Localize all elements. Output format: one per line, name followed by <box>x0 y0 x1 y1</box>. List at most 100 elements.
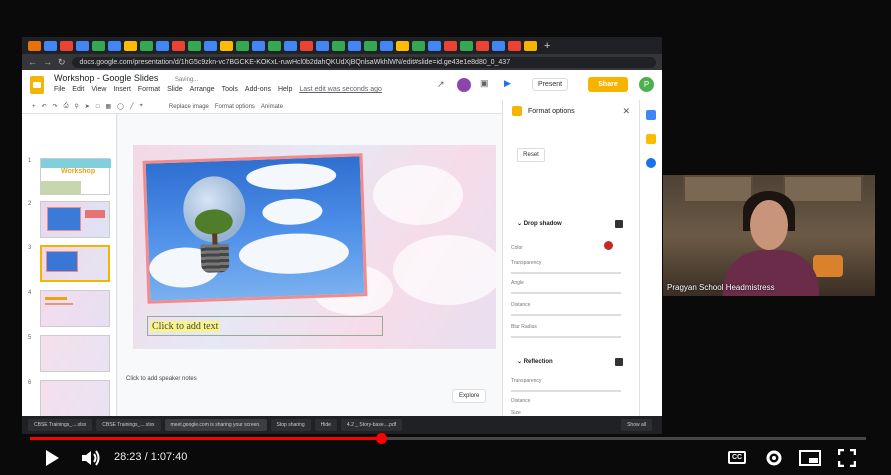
menu-insert[interactable]: Insert <box>113 86 131 93</box>
distance-slider[interactable] <box>511 314 621 316</box>
menu-help[interactable]: Help <box>278 86 292 93</box>
activity-icon[interactable]: ↗ <box>437 79 445 90</box>
menu-file[interactable]: File <box>54 86 65 93</box>
browser-tab[interactable] <box>396 40 409 51</box>
menu-tools[interactable]: Tools <box>222 86 238 93</box>
browser-tab[interactable] <box>348 40 361 51</box>
shadow-color-picker[interactable] <box>604 241 613 250</box>
calendar-icon[interactable] <box>646 110 656 120</box>
slide-thumbnail-6[interactable] <box>40 380 110 417</box>
browser-tab[interactable] <box>316 40 329 51</box>
browser-tab[interactable] <box>220 40 233 51</box>
comments-icon[interactable]: ▣ <box>480 78 489 89</box>
slide-thumbnail-5[interactable] <box>40 335 110 372</box>
replace-image-button[interactable]: Replace image <box>169 104 209 110</box>
browser-tab[interactable] <box>108 40 121 51</box>
speaker-notes[interactable]: Click to add speaker notes <box>126 376 197 382</box>
miniplayer-icon[interactable] <box>799 450 821 466</box>
video-player[interactable]: + ← → ↻ docs.google.com/presentation/d/1… <box>0 0 891 475</box>
browser-tab[interactable] <box>76 40 89 51</box>
scrubber-handle[interactable] <box>376 433 388 444</box>
browser-tab[interactable] <box>92 40 105 51</box>
image-icon[interactable]: ▦ <box>105 103 111 110</box>
slide-canvas[interactable]: Click to add text <box>133 145 496 349</box>
angle-slider[interactable] <box>511 292 621 294</box>
browser-tab[interactable] <box>28 40 41 51</box>
menu-addons[interactable]: Add-ons <box>245 86 271 93</box>
fullscreen-icon[interactable] <box>838 449 856 467</box>
reflection-transparency-slider[interactable] <box>511 390 621 392</box>
browser-tab[interactable] <box>300 40 313 51</box>
slide-thumbnail-3-selected[interactable] <box>40 245 110 282</box>
browser-tab-active[interactable] <box>524 40 537 51</box>
textbox-icon[interactable]: □ <box>96 104 100 110</box>
tasks-icon[interactable] <box>646 158 656 168</box>
close-icon[interactable]: ✕ <box>622 106 630 117</box>
browser-tab[interactable] <box>268 40 281 51</box>
new-tab-button[interactable]: + <box>544 40 550 52</box>
slide-thumbnail-2[interactable] <box>40 201 110 238</box>
browser-tab[interactable] <box>204 40 217 51</box>
browser-tab[interactable] <box>428 40 441 51</box>
reflection-checkbox[interactable] <box>615 358 623 366</box>
menu-edit[interactable]: Edit <box>72 86 84 93</box>
print-icon[interactable]: ⎙ <box>64 103 69 110</box>
forward-icon[interactable]: → <box>43 57 52 67</box>
volume-icon[interactable] <box>80 448 102 468</box>
line-icon[interactable]: ╱ <box>130 103 134 110</box>
shadow-transparency-slider[interactable] <box>511 272 621 274</box>
present-button[interactable]: Present <box>532 78 569 91</box>
keep-icon[interactable] <box>646 134 656 144</box>
avatar[interactable]: P <box>639 77 654 92</box>
browser-tab[interactable] <box>252 40 265 51</box>
browser-tab[interactable] <box>444 40 457 51</box>
format-options-button[interactable]: Format options <box>215 104 255 110</box>
browser-tab[interactable] <box>508 40 521 51</box>
browser-tab[interactable] <box>364 40 377 51</box>
menu-format[interactable]: Format <box>138 86 160 93</box>
reload-icon[interactable]: ↻ <box>58 57 66 68</box>
captions-button[interactable]: CC <box>728 451 746 464</box>
browser-tab[interactable] <box>172 40 185 51</box>
menu-slide[interactable]: Slide <box>167 86 183 93</box>
browser-tab[interactable] <box>492 40 505 51</box>
address-bar[interactable]: docs.google.com/presentation/d/1hG5c9zkn… <box>71 56 656 68</box>
explore-button[interactable]: Explore <box>452 389 487 403</box>
undo-icon[interactable]: ↶ <box>42 103 47 110</box>
drop-shadow-heading[interactable]: ⌄ Drop shadow <box>517 220 562 227</box>
browser-tab[interactable] <box>476 40 489 51</box>
play-icon[interactable] <box>44 449 60 467</box>
zoom-icon[interactable]: ⚲ <box>74 103 78 110</box>
crop-icon[interactable]: ⌖ <box>139 103 142 110</box>
settings-icon[interactable] <box>765 449 783 467</box>
browser-tab[interactable] <box>188 40 201 51</box>
video-call-icon[interactable]: ▶ <box>504 78 511 89</box>
reset-button[interactable]: Reset <box>517 148 545 162</box>
share-button[interactable]: Share <box>588 77 628 92</box>
drop-shadow-checkbox[interactable] <box>615 220 623 228</box>
reflection-heading[interactable]: ⌄ Reflection <box>517 358 553 365</box>
stop-sharing-button[interactable]: Stop sharing <box>270 419 311 431</box>
slide-thumbnail-1[interactable]: Workshop <box>40 158 111 195</box>
browser-tab[interactable] <box>156 40 169 51</box>
browser-tab[interactable] <box>236 40 249 51</box>
browser-tab[interactable] <box>60 40 73 51</box>
browser-tab[interactable] <box>284 40 297 51</box>
blur-radius-slider[interactable] <box>511 336 621 338</box>
download-item[interactable]: 4.2 _ Story-base....pdf <box>340 419 403 431</box>
browser-tab[interactable] <box>124 40 137 51</box>
browser-tab[interactable] <box>412 40 425 51</box>
new-slide-icon[interactable]: + <box>32 104 36 110</box>
download-item[interactable]: CBSE Trainings_....xlsx <box>96 419 161 431</box>
browser-tab[interactable] <box>140 40 153 51</box>
animate-button[interactable]: Animate <box>261 104 283 110</box>
browser-tab[interactable] <box>44 40 57 51</box>
slide-thumbnail-4[interactable] <box>40 290 110 327</box>
doc-title[interactable]: Workshop - Google Slides <box>54 73 158 83</box>
shape-icon[interactable]: ◯ <box>117 103 124 110</box>
slides-logo-icon[interactable] <box>30 76 44 94</box>
menu-view[interactable]: View <box>91 86 106 93</box>
browser-tab[interactable] <box>380 40 393 51</box>
redo-icon[interactable]: ↷ <box>53 103 58 110</box>
back-icon[interactable]: ← <box>28 57 37 67</box>
